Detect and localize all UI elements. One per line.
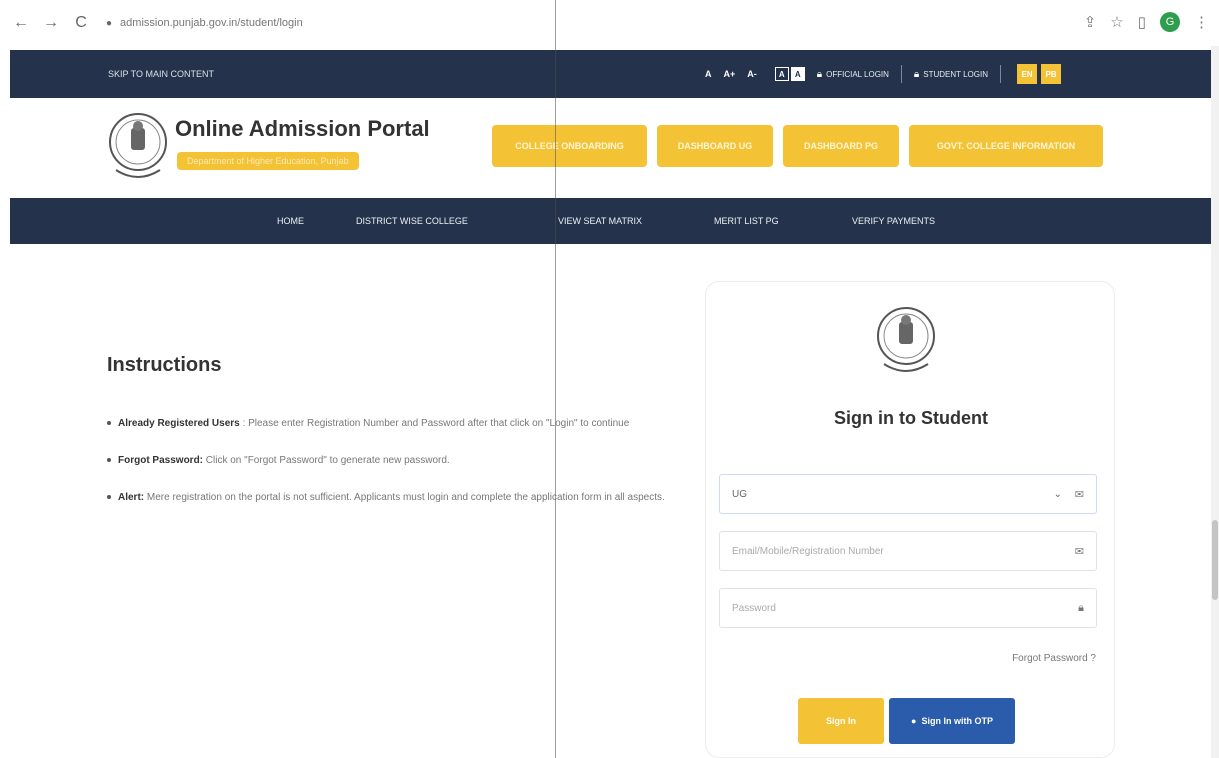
envelope-icon: ✉ — [1074, 545, 1084, 558]
lang-pb-button[interactable]: PB — [1041, 64, 1061, 84]
star-icon[interactable]: ☆ — [1110, 13, 1123, 31]
divider — [900, 65, 902, 83]
share-icon[interactable]: ⇪ — [1084, 13, 1097, 31]
browser-actions: ⇪ ☆ ▯ G ⋮ — [1084, 12, 1209, 32]
signin-otp-label: Sign In with OTP — [921, 716, 993, 726]
signin-title: Sign in to Student — [834, 408, 988, 428]
instruction-label: Alert: — [118, 492, 145, 503]
reload-icon[interactable]: C — [70, 12, 92, 34]
level-select[interactable]: UG ⌄ ✉ — [719, 474, 1097, 514]
instruction-text: : Please enter Registration Number and P… — [239, 418, 630, 429]
skip-to-content-link[interactable]: SKIP TO MAIN CONTENT — [108, 69, 214, 79]
signin-button-label: Sign In — [826, 716, 856, 726]
scrollbar-thumb[interactable] — [1212, 520, 1218, 600]
instruction-text: Click on "Forgot Password" to generate n… — [203, 455, 450, 466]
official-login-label: OFFICIAL LOGIN — [826, 69, 889, 79]
instruction-item: Already Registered Users : Please enter … — [107, 413, 697, 434]
dashboard-ug-button[interactable]: DASHBOARD UG — [657, 125, 773, 167]
password-placeholder: Password — [732, 602, 776, 614]
font-increase-button[interactable]: A+ — [724, 69, 736, 79]
instructions-heading: Instructions — [107, 354, 222, 376]
forward-icon[interactable]: → — [40, 12, 62, 34]
state-emblem-icon — [109, 113, 167, 178]
sidepanel-icon[interactable]: ▯ — [1138, 13, 1146, 31]
dashboard-pg-button[interactable]: DASHBOARD PG — [783, 125, 899, 167]
contrast-dark-button[interactable]: A — [774, 67, 789, 81]
govt-college-information-button[interactable]: GOVT. COLLEGE INFORMATION — [909, 125, 1103, 167]
accessibility-bar: SKIP TO MAIN CONTENT A A+ A- A A 🔒︎ OFFI… — [10, 50, 1219, 98]
username-input[interactable]: Email/Mobile/Registration Number ✉ — [719, 531, 1097, 571]
lang-en-button[interactable]: EN — [1017, 64, 1037, 84]
instruction-item: Forgot Password: Click on "Forgot Passwo… — [107, 450, 697, 471]
college-onboarding-button[interactable]: COLLEGE ONBOARDING — [492, 125, 647, 167]
profile-avatar[interactable]: G — [1160, 12, 1180, 32]
lock-icon: 🔒︎ — [816, 68, 823, 80]
lock-icon: 🔒︎ — [913, 68, 920, 80]
site-header: Online Admission Portal Department of Hi… — [10, 98, 1219, 196]
official-login-link[interactable]: 🔒︎ OFFICIAL LOGIN — [817, 69, 889, 80]
nav-district-wise-college[interactable]: DISTRICT WISE COLLEGE — [356, 216, 468, 226]
nav-home[interactable]: HOME — [277, 216, 304, 226]
forgot-password-link[interactable]: Forgot Password ? — [1012, 653, 1096, 664]
bullet — [107, 495, 111, 500]
address-bar[interactable]: ● admission.punjab.gov.in/student/login — [106, 17, 303, 29]
student-login-link[interactable]: 🔒︎ STUDENT LOGIN — [914, 69, 988, 80]
scan-line — [555, 0, 556, 758]
envelope-icon: ✉ — [1074, 488, 1084, 501]
level-select-value: UG — [732, 488, 747, 500]
nav-merit-list-pg[interactable]: MERIT LIST PG — [714, 216, 779, 226]
state-emblem-icon — [877, 307, 935, 372]
signin-card: Sign in to Student UG ⌄ ✉ Email/Mobile/R… — [705, 281, 1115, 758]
accessibility-controls: A A+ A- A A 🔒︎ OFFICIAL LOGIN 🔒︎ STUDENT… — [705, 50, 1061, 98]
divider — [1000, 65, 1001, 83]
contrast-toggle: A A — [774, 67, 805, 81]
lock-icon: ● — [106, 17, 113, 29]
instruction-item: Alert: Mere registration on the portal i… — [107, 487, 697, 508]
chat-icon: ● — [911, 716, 917, 726]
password-input[interactable]: Password 🔒︎ — [719, 588, 1097, 628]
signin-button[interactable]: Sign In — [798, 698, 884, 744]
menu-icon[interactable]: ⋮ — [1194, 13, 1209, 31]
bullet — [107, 458, 111, 463]
nav-verify-payments[interactable]: VERIFY PAYMENTS — [852, 216, 935, 226]
username-placeholder: Email/Mobile/Registration Number — [732, 545, 884, 557]
department-badge: Department of Higher Education, Punjab — [177, 152, 359, 170]
chevron-down-icon: ⌄ — [1053, 488, 1062, 500]
contrast-light-button[interactable]: A — [790, 67, 805, 81]
instruction-label: Already Registered Users — [118, 418, 240, 429]
signin-otp-button[interactable]: ● Sign In with OTP — [889, 698, 1015, 744]
font-decrease-button[interactable]: A- — [747, 69, 757, 79]
header-buttons: COLLEGE ONBOARDING DASHBOARD UG DASHBOAR… — [492, 125, 1103, 167]
student-login-label: STUDENT LOGIN — [923, 69, 988, 79]
font-normal-button[interactable]: A — [705, 69, 712, 79]
url-text: admission.punjab.gov.in/student/login — [120, 17, 303, 29]
portal-title: Online Admission Portal — [175, 116, 430, 141]
bullet — [107, 421, 111, 426]
scrollbar[interactable] — [1211, 46, 1219, 758]
main-navigation: HOME DISTRICT WISE COLLEGE VIEW SEAT MAT… — [10, 198, 1219, 244]
back-icon[interactable]: ← — [10, 12, 32, 34]
language-switcher: EN PB — [1017, 64, 1061, 84]
browser-toolbar: ← → C ● admission.punjab.gov.in/student/… — [0, 0, 1219, 46]
lock-icon: 🔒︎ — [1078, 601, 1084, 614]
instruction-text: Mere registration on the portal is not s… — [144, 492, 665, 503]
instruction-label: Forgot Password: — [118, 455, 204, 466]
nav-view-seat-matrix[interactable]: VIEW SEAT MATRIX — [558, 216, 642, 226]
